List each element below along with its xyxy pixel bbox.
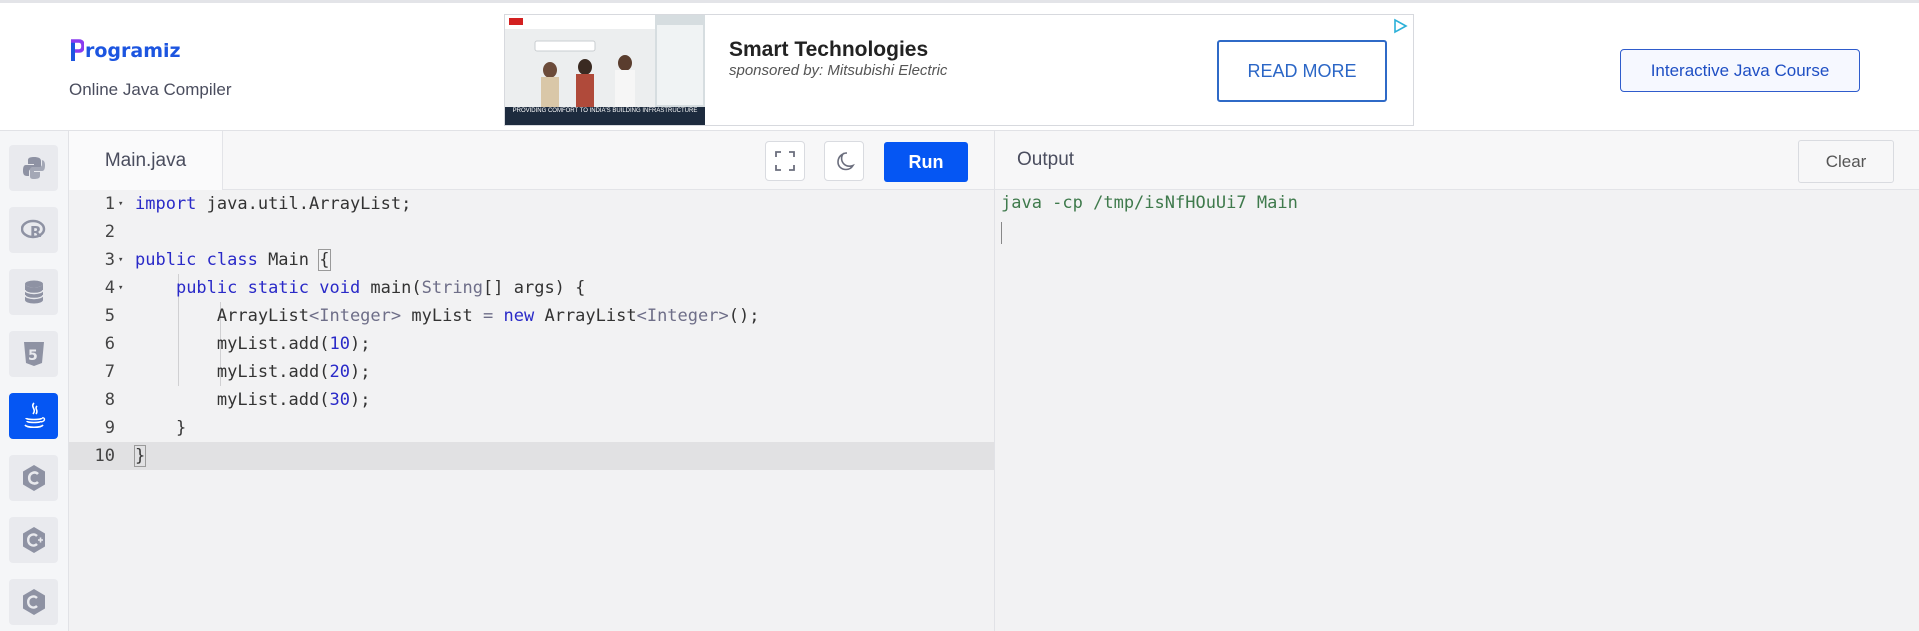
output-console[interactable]: java -cp /tmp/isNfHOuUi7 Main: [994, 190, 1919, 631]
fold-arrow-icon[interactable]: ▾: [118, 246, 123, 274]
line-number: 2: [104, 222, 115, 242]
ad-image[interactable]: PROVIDING COMFORT TO INDIA'S BUILDING IN…: [505, 15, 705, 125]
code-text: public class Main {: [135, 249, 331, 271]
console-cursor: [1001, 222, 1002, 244]
fullscreen-icon: [775, 151, 795, 171]
output-header: Output Clear: [994, 131, 1919, 190]
line-number: 9: [104, 418, 115, 438]
csharp-icon: [22, 589, 45, 615]
fullscreen-button[interactable]: [765, 141, 805, 181]
language-r[interactable]: R: [9, 207, 58, 253]
logo-text: rogramiz: [85, 40, 181, 62]
output-command-line: java -cp /tmp/isNfHOuUi7 Main: [1001, 193, 1298, 213]
svg-text:R: R: [30, 223, 42, 241]
run-button[interactable]: Run: [884, 142, 968, 182]
code-text: ArrayList<Integer> myList = new ArrayLis…: [135, 306, 760, 326]
language-sql[interactable]: [9, 269, 58, 315]
language-java[interactable]: [9, 393, 58, 439]
editor-toolbar: Main.java Run: [69, 131, 994, 190]
code-line-6[interactable]: 6 myList.add(10);: [69, 330, 994, 358]
page-subtitle: Online Java Compiler: [69, 80, 232, 99]
code-line-8[interactable]: 8 myList.add(30);: [69, 386, 994, 414]
code-text: }: [133, 445, 147, 467]
ad-title[interactable]: Smart Technologies: [729, 38, 928, 62]
line-number: 1: [104, 194, 115, 214]
line-number: 4: [104, 278, 115, 298]
programiz-logo[interactable]: rogramiz: [70, 37, 181, 65]
svg-text:5: 5: [28, 348, 38, 364]
ad-read-more-button[interactable]: READ MORE: [1217, 40, 1387, 102]
code-text: }: [135, 418, 187, 438]
code-line-9[interactable]: 9 }: [69, 414, 994, 442]
language-html[interactable]: 5: [9, 331, 58, 377]
code-line-1[interactable]: 1 ▾ import java.util.ArrayList;: [69, 190, 994, 218]
advertisement-banner[interactable]: PROVIDING COMFORT TO INDIA'S BUILDING IN…: [504, 14, 1414, 126]
language-csharp[interactable]: [9, 579, 58, 625]
clear-button[interactable]: Clear: [1798, 140, 1894, 183]
code-text: public static void main(String[] args) {: [175, 278, 586, 298]
fold-arrow-icon[interactable]: ▾: [118, 274, 123, 302]
html5-icon: 5: [23, 342, 44, 366]
line-number: 7: [104, 362, 115, 382]
line-number: 5: [104, 306, 115, 326]
fold-arrow-icon[interactable]: ▾: [118, 190, 123, 218]
top-header: rogramiz Online Java Compiler PROVIDING …: [0, 0, 1919, 131]
cpp-icon: [22, 527, 45, 553]
ad-choices-icon[interactable]: [1391, 17, 1409, 35]
code-text: myList.add(20);: [135, 362, 371, 382]
file-tab-main-java[interactable]: Main.java: [69, 131, 223, 190]
language-cpp[interactable]: [9, 517, 58, 563]
language-python[interactable]: [9, 145, 58, 191]
line-number: 10: [94, 446, 115, 466]
ad-sponsor: sponsored by: Mitsubishi Electric: [729, 62, 948, 79]
language-sidebar: R 5: [0, 131, 69, 631]
r-icon: R: [20, 219, 45, 241]
code-text: import java.util.ArrayList;: [135, 194, 412, 214]
python-icon: [22, 157, 45, 179]
line-number: 6: [104, 334, 115, 354]
interactive-java-course-button[interactable]: Interactive Java Course: [1620, 49, 1860, 92]
java-icon: [23, 402, 45, 429]
code-line-10[interactable]: 10 }: [69, 442, 994, 470]
ad-image-caption: PROVIDING COMFORT TO INDIA'S BUILDING IN…: [505, 107, 705, 125]
code-text: myList.add(30);: [135, 390, 371, 410]
database-icon: [23, 280, 44, 304]
text-cursor: [145, 446, 147, 466]
line-number: 3: [104, 250, 115, 270]
code-editor[interactable]: 1 ▾ import java.util.ArrayList; 2 3 ▾ pu…: [69, 190, 994, 631]
code-line-2[interactable]: 2: [69, 218, 994, 246]
code-line-7[interactable]: 7 myList.add(20);: [69, 358, 994, 386]
dark-mode-button[interactable]: [824, 141, 864, 181]
programiz-logo-mark: [71, 39, 84, 61]
line-number: 8: [104, 390, 115, 410]
c-icon: [22, 465, 45, 491]
code-line-3[interactable]: 3 ▾ public class Main {: [69, 246, 994, 274]
output-title: Output: [1017, 149, 1075, 170]
code-line-4[interactable]: 4 ▾ public static void main(String[] arg…: [69, 274, 994, 302]
moon-icon: [837, 152, 855, 171]
language-c[interactable]: [9, 455, 58, 501]
code-text: myList.add(10);: [135, 334, 371, 354]
code-line-5[interactable]: 5 ArrayList<Integer> myList = new ArrayL…: [69, 302, 994, 330]
